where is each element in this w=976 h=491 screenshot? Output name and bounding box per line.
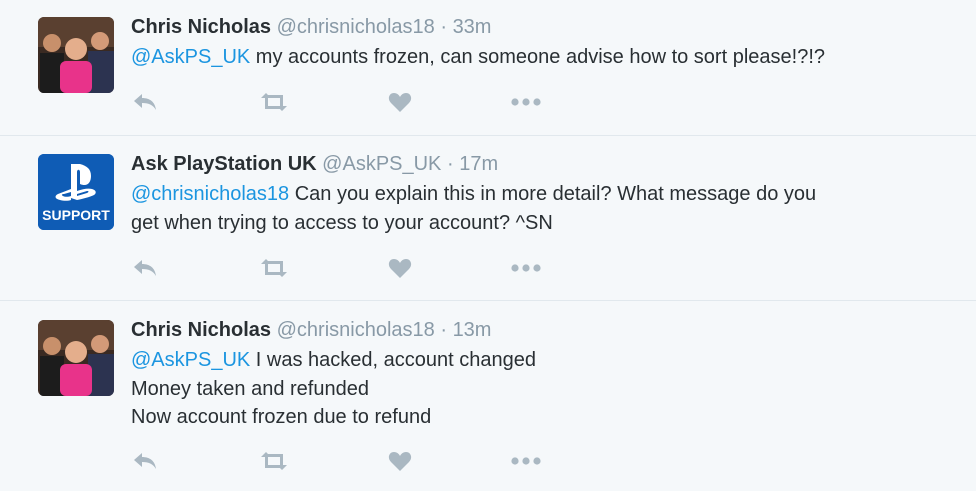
tweet-line: Now account frozen due to refund xyxy=(131,406,432,428)
fullname[interactable]: Chris Nicholas xyxy=(131,16,271,38)
tweet-header: Chris Nicholas @chrisnicholas18 · 13m xyxy=(131,318,491,342)
tweet[interactable]: SUPPORT Ask PlayStation UK @AskPS_UK · 1… xyxy=(0,136,976,300)
tweet-line: @chrisnicholas18 Can you explain this in… xyxy=(131,180,816,209)
tweet-line-text: my accounts frozen, can someone advise h… xyxy=(255,46,825,68)
tweet-line: @AskPS_UK my accounts frozen, can someon… xyxy=(131,43,825,72)
avatar[interactable]: SUPPORT xyxy=(38,154,114,230)
retweet-icon[interactable] xyxy=(257,448,291,474)
tweet-header: Ask PlayStation UK @AskPS_UK · 17m xyxy=(131,152,498,176)
username[interactable]: @chrisnicholas18 xyxy=(277,319,435,341)
timestamp[interactable]: 17m xyxy=(459,153,498,175)
username[interactable]: @AskPS_UK xyxy=(322,153,441,175)
tweet-line-text: I was hacked, account changed xyxy=(255,349,536,371)
retweet-icon[interactable] xyxy=(257,255,291,281)
separator: · xyxy=(446,153,454,175)
tweet-line: Money taken and refunded xyxy=(131,377,369,400)
tweet-line: @AskPS_UK I was hacked, account changed xyxy=(131,346,536,375)
tweet-line-text: Can you explain this in more detail? Wha… xyxy=(294,183,817,205)
avatar[interactable] xyxy=(38,17,114,93)
tweet[interactable]: Chris Nicholas @chrisnicholas18 · 33m @A… xyxy=(0,0,976,135)
separator: · xyxy=(440,16,447,38)
mention-link[interactable]: @AskPS_UK xyxy=(131,349,250,371)
tweet[interactable]: Chris Nicholas @chrisnicholas18 · 13m @A… xyxy=(0,301,976,491)
mention-link[interactable]: @chrisnicholas18 xyxy=(131,183,289,205)
tweet-text: @chrisnicholas18 Can you explain this in… xyxy=(131,180,816,237)
timestamp[interactable]: 13m xyxy=(453,319,492,341)
reply-icon[interactable] xyxy=(128,448,162,474)
tweet-line: get when trying to access to your accoun… xyxy=(131,211,553,234)
more-icon[interactable] xyxy=(510,255,544,281)
avatar[interactable] xyxy=(38,320,114,396)
tweet-text: @AskPS_UK my accounts frozen, can someon… xyxy=(131,43,825,72)
fullname[interactable]: Chris Nicholas xyxy=(131,319,271,341)
more-icon[interactable] xyxy=(510,448,544,474)
tweet-text: @AskPS_UK I was hacked, account changed … xyxy=(131,346,536,432)
reply-icon[interactable] xyxy=(128,89,162,115)
reply-icon[interactable] xyxy=(128,255,162,281)
more-icon[interactable] xyxy=(510,89,544,115)
fullname[interactable]: Ask PlayStation UK xyxy=(131,153,317,175)
user-photo-avatar xyxy=(38,320,114,396)
user-photo-avatar xyxy=(38,17,114,93)
like-icon[interactable] xyxy=(383,448,417,474)
retweet-icon[interactable] xyxy=(257,89,291,115)
separator: · xyxy=(440,319,447,341)
like-icon[interactable] xyxy=(383,255,417,281)
mention-link[interactable]: @AskPS_UK xyxy=(131,46,250,68)
username[interactable]: @chrisnicholas18 xyxy=(277,16,435,38)
timestamp[interactable]: 33m xyxy=(453,16,492,38)
tweet-header: Chris Nicholas @chrisnicholas18 · 33m xyxy=(131,15,491,39)
support-label: SUPPORT xyxy=(42,207,110,223)
like-icon[interactable] xyxy=(383,89,417,115)
